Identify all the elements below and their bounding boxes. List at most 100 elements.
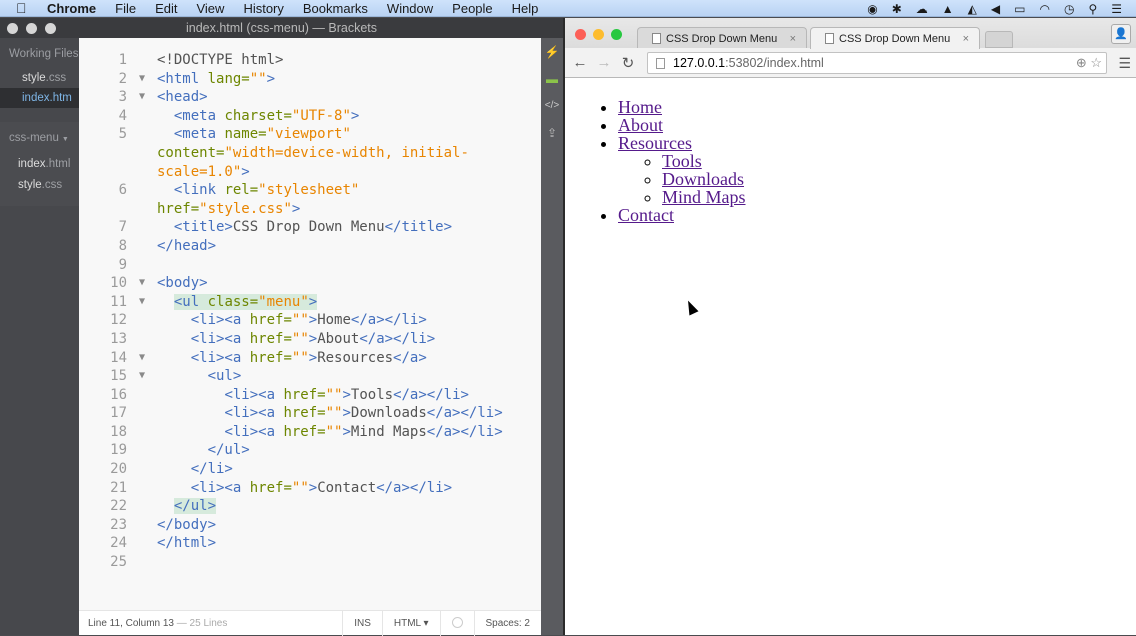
code-text[interactable]: scale=1.0"> bbox=[157, 163, 250, 182]
project-dropdown[interactable]: css-menu ▼ bbox=[0, 122, 79, 154]
close-window-button[interactable] bbox=[575, 29, 586, 40]
creative-cloud-icon[interactable]: ☁ bbox=[916, 2, 928, 16]
forward-button[interactable]: → bbox=[592, 54, 616, 71]
code-text[interactable]: <ul class="menu"> bbox=[157, 293, 318, 312]
link-home[interactable]: Home bbox=[618, 97, 662, 117]
code-line[interactable]: 23 </body> bbox=[79, 516, 541, 535]
fold-toggle-icon[interactable]: ▼ bbox=[127, 349, 157, 368]
code-line[interactable]: 8 </head> bbox=[79, 237, 541, 256]
link-mind-maps[interactable]: Mind Maps bbox=[662, 187, 746, 207]
code-text[interactable]: <li><a href="">Mind Maps</a></li> bbox=[157, 423, 502, 442]
fold-toggle-icon[interactable]: ▼ bbox=[127, 274, 157, 293]
volume-icon[interactable]: ◀ bbox=[991, 2, 1000, 16]
code-text[interactable]: <link rel="stylesheet" bbox=[157, 181, 359, 200]
code-text[interactable]: </li> bbox=[157, 460, 233, 479]
code-line[interactable]: 11 ▼ <ul class="menu"> bbox=[79, 293, 541, 312]
live-preview-icon[interactable]: ⚡ bbox=[541, 38, 563, 65]
code-text[interactable]: href="style.css"> bbox=[157, 200, 300, 219]
close-tab-icon[interactable]: × bbox=[790, 33, 796, 45]
record-icon[interactable]: ◉ bbox=[867, 2, 877, 16]
code-line[interactable]: 18 <li><a href="">Mind Maps</a></li> bbox=[79, 423, 541, 442]
menu-edit[interactable]: Edit bbox=[155, 1, 177, 16]
code-text[interactable]: </body> bbox=[157, 516, 216, 535]
code-text[interactable]: </ul> bbox=[157, 441, 250, 460]
project-file-style-css[interactable]: style.css bbox=[0, 175, 79, 196]
code-line[interactable]: 16 <li><a href="">Tools</a></li> bbox=[79, 386, 541, 405]
code-text[interactable]: <head> bbox=[157, 88, 208, 107]
code-text[interactable]: <li><a href="">Downloads</a></li> bbox=[157, 404, 502, 423]
menu-people[interactable]: People bbox=[452, 1, 492, 16]
extension-manager-icon[interactable]: ▬ bbox=[541, 65, 563, 92]
working-file-index-html[interactable]: index.htm bbox=[0, 88, 79, 108]
code-line[interactable]: 22 </ul> bbox=[79, 497, 541, 516]
working-file-style-css[interactable]: style.css bbox=[0, 68, 79, 88]
tab-1[interactable]: CSS Drop Down Menu × bbox=[637, 27, 807, 49]
menu-window[interactable]: Window bbox=[387, 1, 433, 16]
link-resources[interactable]: Resources bbox=[618, 133, 692, 153]
code-line[interactable]: 15 ▼ <ul> bbox=[79, 367, 541, 386]
code-text[interactable]: <body> bbox=[157, 274, 208, 293]
menu-view[interactable]: View bbox=[196, 1, 224, 16]
fold-toggle-icon[interactable]: ▼ bbox=[127, 88, 157, 107]
bell-icon[interactable]: ▲ bbox=[942, 2, 954, 16]
code-line[interactable]: 24 </html> bbox=[79, 534, 541, 553]
code-editor[interactable]: 1 <!DOCTYPE html> 2 ▼ <html lang=""> 3 ▼ <head>… bbox=[79, 38, 541, 615]
code-text[interactable]: <!DOCTYPE html> bbox=[157, 51, 283, 70]
code-text[interactable]: <ul> bbox=[157, 367, 242, 386]
address-bar[interactable]: 127.0.0.1:53802/index.html ⊕ ☆ bbox=[647, 52, 1107, 74]
code-text[interactable]: <title>CSS Drop Down Menu</title> bbox=[157, 218, 452, 237]
code-line[interactable]: 17 <li><a href="">Downloads</a></li> bbox=[79, 404, 541, 423]
link-downloads[interactable]: Downloads bbox=[662, 169, 744, 189]
insert-mode-toggle[interactable]: INS bbox=[342, 610, 382, 636]
close-tab-icon[interactable]: × bbox=[963, 33, 969, 45]
indent-spaces[interactable]: Spaces: 2 bbox=[473, 610, 541, 636]
menu-history[interactable]: History bbox=[243, 1, 283, 16]
code-text[interactable]: <li><a href="">Home</a></li> bbox=[157, 311, 427, 330]
fold-toggle-icon[interactable]: ▼ bbox=[127, 293, 157, 312]
clock-icon[interactable]: ◷ bbox=[1064, 2, 1074, 16]
menu-file[interactable]: File bbox=[115, 1, 136, 16]
notification-list-icon[interactable]: ☰ bbox=[1111, 2, 1122, 16]
code-line[interactable]: 2 ▼ <html lang=""> bbox=[79, 70, 541, 89]
code-line[interactable]: 14 ▼ <li><a href="">Resources</a> bbox=[79, 349, 541, 368]
code-text[interactable]: content="width=device-width, initial- bbox=[157, 144, 469, 163]
project-file-index-html[interactable]: index.html bbox=[0, 154, 79, 175]
code-line[interactable]: 12 <li><a href="">Home</a></li> bbox=[79, 311, 541, 330]
bookmark-star-icon[interactable]: ☆ bbox=[1090, 55, 1102, 70]
tab-2[interactable]: CSS Drop Down Menu × bbox=[810, 27, 980, 49]
back-button[interactable]: ← bbox=[568, 54, 592, 71]
code-text[interactable]: </html> bbox=[157, 534, 216, 553]
link-tools[interactable]: Tools bbox=[662, 151, 702, 171]
code-text[interactable]: <meta charset="UTF-8"> bbox=[157, 107, 359, 126]
new-tab-button[interactable] bbox=[985, 31, 1013, 48]
code-line[interactable]: scale=1.0"> bbox=[79, 163, 541, 182]
menu-help[interactable]: Help bbox=[512, 1, 539, 16]
linter-status[interactable] bbox=[439, 610, 474, 636]
fold-toggle-icon[interactable]: ▼ bbox=[127, 367, 157, 386]
code-line[interactable]: 1 <!DOCTYPE html> bbox=[79, 51, 541, 70]
code-line[interactable]: 5 <meta name="viewport" bbox=[79, 125, 541, 144]
code-line[interactable]: 19 </ul> bbox=[79, 441, 541, 460]
zoom-icon[interactable]: ⊕ bbox=[1076, 55, 1087, 70]
code-line[interactable]: content="width=device-width, initial- bbox=[79, 144, 541, 163]
fold-toggle-icon[interactable]: ▼ bbox=[127, 70, 157, 89]
code-line[interactable]: 6 <link rel="stylesheet" bbox=[79, 181, 541, 200]
code-line[interactable]: 20 </li> bbox=[79, 460, 541, 479]
menu-bookmarks[interactable]: Bookmarks bbox=[303, 1, 368, 16]
wifi-icon[interactable]: ◠ bbox=[1039, 2, 1049, 16]
menu-chrome[interactable]: Chrome bbox=[47, 1, 96, 16]
spotlight-icon[interactable]: ⚲ bbox=[1088, 2, 1097, 16]
code-text[interactable]: <li><a href="">Tools</a></li> bbox=[157, 386, 468, 405]
code-text[interactable]: <li><a href="">Resources</a> bbox=[157, 349, 427, 368]
code-lines[interactable]: 1 <!DOCTYPE html> 2 ▼ <html lang=""> 3 ▼ <head>… bbox=[79, 51, 541, 572]
code-line[interactable]: 9 bbox=[79, 256, 541, 275]
chrome-menu-icon[interactable]: ☰ bbox=[1118, 55, 1131, 72]
apple-menu-icon[interactable]:  bbox=[16, 0, 30, 16]
code-text[interactable]: <li><a href="">Contact</a></li> bbox=[157, 479, 452, 498]
code-line[interactable]: 10 ▼ <body> bbox=[79, 274, 541, 293]
code-line[interactable]: 4 <meta charset="UTF-8"> bbox=[79, 107, 541, 126]
link-contact[interactable]: Contact bbox=[618, 205, 674, 225]
maximize-window-button[interactable] bbox=[611, 29, 622, 40]
profile-icon[interactable]: 👤 bbox=[1111, 24, 1131, 44]
code-text[interactable]: </ul> bbox=[157, 497, 217, 516]
